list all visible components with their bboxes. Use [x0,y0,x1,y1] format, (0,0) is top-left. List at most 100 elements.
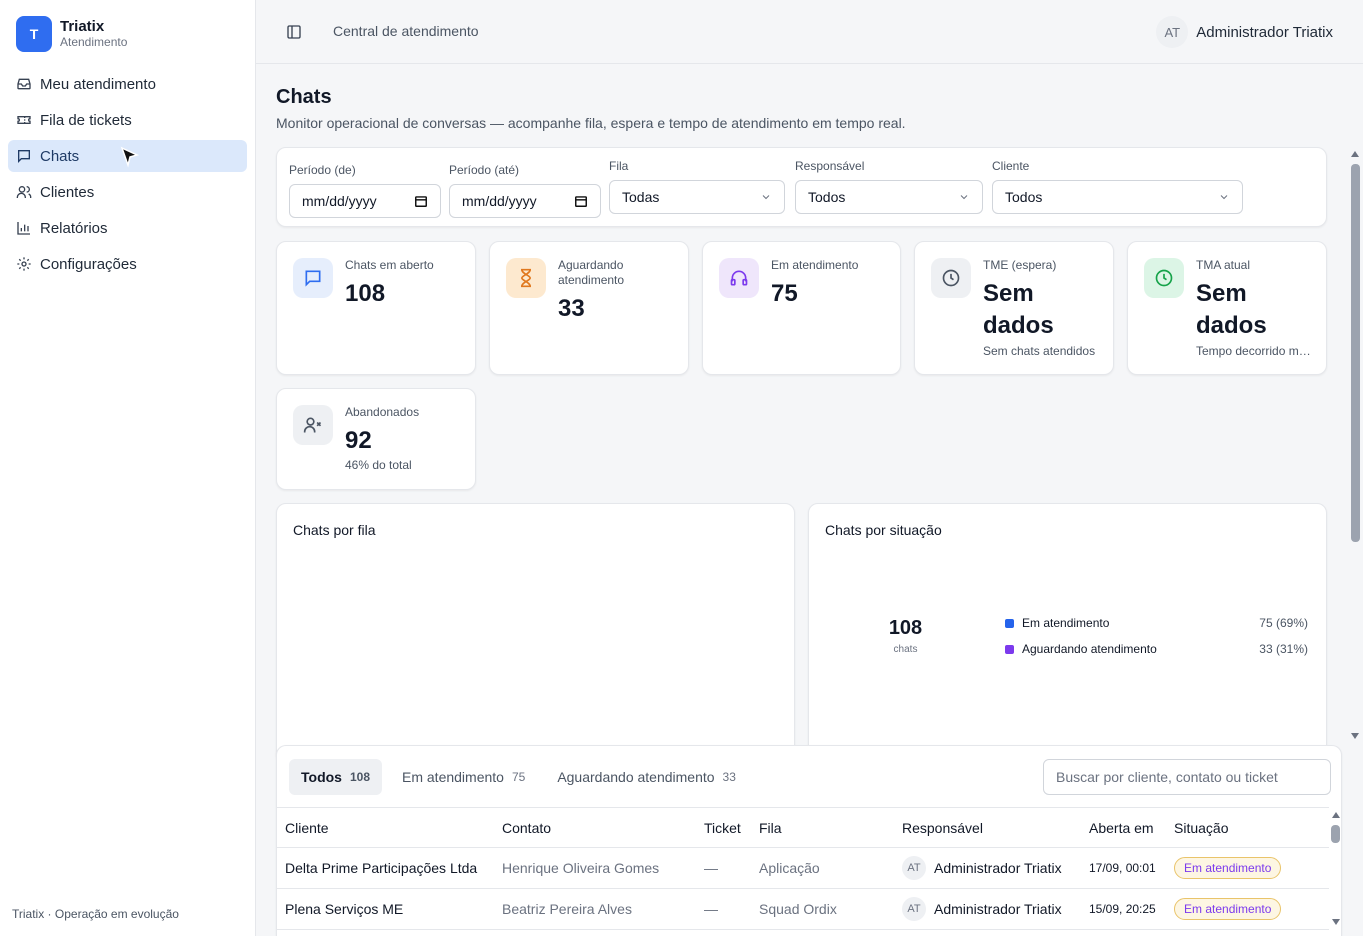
brand-logo: T [16,16,52,52]
stat-label: Abandonados [345,405,420,419]
period-to-input[interactable]: mm/dd/yyyy [449,184,601,218]
tab-label: Em atendimento [402,769,504,785]
cell-cliente: Delta Prime Participações Ltda [285,860,478,876]
sidebar-item-relatorios[interactable]: Relatórios [8,212,247,244]
sidebar: T Triatix Atendimento Meu atendimento Fi… [0,0,256,936]
stat-note: Sem chats atendidos [983,344,1096,358]
stat-card-waiting: Aguardando atendimento 33 [489,241,689,375]
table-row[interactable]: Delta Prime Participações Ltda Henrique … [277,848,1329,889]
sidebar-item-label: Clientes [40,183,95,201]
table-row[interactable]: Plena Serviços ME Beatriz Pereira Alves … [277,889,1329,930]
bar-chart-icon [17,222,30,235]
client-label: Cliente [992,159,1030,173]
queue-value: Todas [622,189,660,205]
stat-note: Tempo decorrido médio [1196,344,1316,358]
tab-label: Todos [301,769,342,785]
brand[interactable]: T Triatix Atendimento [16,16,127,52]
stat-value: 75 [771,280,798,307]
table-scrollbar[interactable] [1329,807,1343,936]
chat-icon [18,150,30,163]
cell-contato: Beatriz Pereira Alves [502,901,632,917]
user-x-icon [293,405,333,445]
user-name: Administrador Triatix [1196,23,1333,41]
sidebar-toggle-icon[interactable] [286,24,302,40]
scroll-thumb[interactable] [1351,164,1360,542]
client-value: Todos [1005,189,1043,205]
tab-todos[interactable]: Todos 108 [289,759,382,795]
chat-icon [293,258,333,298]
clock-icon [1144,258,1184,298]
column-header-cliente[interactable]: Cliente [285,820,329,836]
mouse-cursor-icon [120,146,140,168]
column-header-situacao[interactable]: Situação [1174,820,1228,836]
cell-aberta-em: 17/09, 00:01 [1089,861,1156,875]
period-from-label: Período (de) [289,163,356,177]
stat-value: 108 [345,280,386,307]
stat-card-tme: TME (espera) Sem dados Sem chats atendid… [914,241,1114,375]
stat-value: Sem dados [1196,280,1267,339]
stat-label: Chats em aberto [345,258,434,272]
tab-label: Aguardando atendimento [557,769,715,785]
panel-chats-by-status: Chats por situação 108 chats Em atendime… [808,503,1327,763]
table-header: Cliente Contato Ticket Fila Responsável … [277,807,1329,848]
brand-subtitle: Atendimento [60,35,128,49]
stat-card-in-service: Em atendimento 75 [702,241,901,375]
calendar-icon [575,196,587,207]
tab-count: 75 [511,770,526,784]
sidebar-item-label: Chats [40,147,80,165]
legend-item: Em atendimento 75 (69%) [1005,616,1308,630]
cell-aberta-em: 15/09, 20:25 [1089,902,1156,916]
cell-fila: Aplicação [759,860,820,876]
sidebar-item-configuracoes[interactable]: Configurações [8,248,247,280]
scroll-up-icon [1351,151,1359,157]
chevron-down-icon [762,195,770,200]
column-header-fila[interactable]: Fila [759,820,782,836]
chevron-down-icon [960,195,968,200]
donut-unit: chats [893,644,918,655]
sidebar-item-fila-de-tickets[interactable]: Fila de tickets [8,104,247,136]
avatar: AT [902,897,926,921]
period-to-value: mm/dd/yyyy [462,193,537,209]
sidebar-item-label: Meu atendimento [40,75,156,93]
panel-chats-by-queue: Chats por fila [276,503,795,763]
breadcrumb: Central de atendimento [333,23,479,39]
stat-note: 46% do total [345,458,412,472]
stat-value: Sem dados [983,280,1054,339]
period-from-value: mm/dd/yyyy [302,193,377,209]
column-header-ticket[interactable]: Ticket [704,820,741,836]
sidebar-footer: Triatix · Operação em evolução [12,907,179,921]
column-header-aberta-em[interactable]: Aberta em [1089,820,1154,836]
queue-label: Fila [609,159,629,173]
ticket-icon [17,116,31,124]
tab-em-atendimento[interactable]: Em atendimento 75 [390,759,537,795]
column-header-responsavel[interactable]: Responsável [902,820,983,836]
owner-select[interactable]: Todos [795,180,983,214]
cell-ticket: — [704,901,718,917]
calendar-icon [415,196,427,207]
legend-value: 75 (69%) [1259,616,1308,630]
queue-select[interactable]: Todas [609,180,785,214]
column-header-contato[interactable]: Contato [502,820,551,836]
page-title: Chats [276,86,332,108]
stat-label: Aguardando atendimento [558,258,625,287]
chevron-down-icon [1220,195,1228,200]
tab-aguardando-atendimento[interactable]: Aguardando atendimento 33 [545,759,748,795]
sidebar-item-clientes[interactable]: Clientes [8,176,247,208]
topbar: Central de atendimento AT Administrador … [256,0,1363,64]
cell-cliente: Plena Serviços ME [285,901,404,917]
stat-card-open-chats: Chats em aberto 108 [276,241,476,375]
legend-label: Aguardando atendimento [1022,642,1157,656]
legend-label: Em atendimento [1022,616,1110,630]
stat-value: 33 [558,295,585,322]
cell-ticket: — [704,860,718,876]
scroll-down-icon [1332,919,1340,925]
user-menu[interactable]: AT Administrador Triatix [1156,16,1333,48]
gear-icon [17,257,31,271]
sidebar-item-label: Fila de tickets [40,111,132,129]
status-badge: Em atendimento [1174,898,1282,920]
sidebar-item-meu-atendimento[interactable]: Meu atendimento [8,68,247,100]
period-from-input[interactable]: mm/dd/yyyy [289,184,441,218]
scroll-thumb[interactable] [1331,825,1340,843]
client-select[interactable]: Todos [992,180,1243,214]
search-input[interactable]: Buscar por cliente, contato ou ticket [1043,759,1331,795]
